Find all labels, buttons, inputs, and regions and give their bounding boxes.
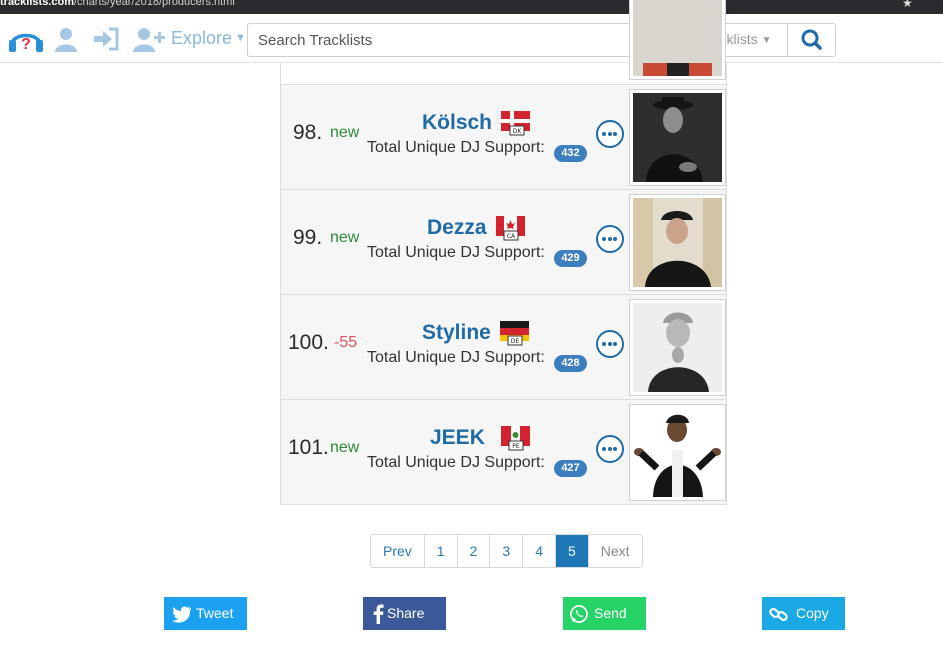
rank-change: new <box>330 229 360 246</box>
send-label: Send <box>594 605 627 621</box>
svg-text:?: ? <box>21 36 31 53</box>
dj-support-count-badge: 427 <box>554 460 587 477</box>
whatsapp-send-button[interactable]: Send <box>563 597 646 630</box>
rank-change: new <box>330 124 360 141</box>
dj-support-count-badge: 429 <box>554 250 587 267</box>
pagination: Prev 1 2 3 4 5 Next <box>370 534 643 568</box>
share-label: Share <box>387 605 425 621</box>
artist-name-link[interactable]: JEEK <box>430 426 485 450</box>
login-icon[interactable] <box>92 26 120 52</box>
pagination-page[interactable]: 4 <box>522 535 555 567</box>
search-bar: Tracklists▼ <box>247 23 836 57</box>
artist-photo[interactable] <box>629 299 726 396</box>
add-user-icon[interactable] <box>132 26 166 52</box>
search-input[interactable] <box>248 24 693 56</box>
caret-down-icon: ▼ <box>235 32 246 44</box>
flag-code-label: CA <box>507 233 516 240</box>
chart-row-partial <box>281 0 726 84</box>
more-options-icon[interactable] <box>596 225 624 253</box>
chart-row: 98. new Kölsch DK Total Unique DJ Suppor… <box>281 84 726 189</box>
pagination-page[interactable]: 3 <box>489 535 522 567</box>
whatsapp-icon <box>570 605 588 623</box>
flag-code-label: DK <box>513 128 523 135</box>
rank-change: new <box>330 439 360 456</box>
pagination-next[interactable]: Next <box>587 535 642 567</box>
artist-name-link[interactable]: Styline <box>422 321 491 345</box>
link-chain-icon <box>769 607 788 622</box>
twitter-bird-icon <box>172 606 191 623</box>
more-options-icon[interactable] <box>596 330 624 358</box>
copy-link-button[interactable]: Copy <box>762 597 845 630</box>
rank-number: 101. <box>288 436 329 459</box>
browser-url-bar[interactable]: tracklists.com/charts/year/2018/producer… <box>0 0 943 14</box>
artist-photo[interactable] <box>629 404 726 501</box>
copy-label: Copy <box>796 605 829 621</box>
germany-flag-icon: DE <box>500 321 529 346</box>
explore-menu[interactable]: Explore ▼ <box>171 28 246 49</box>
rank-number: 100. <box>288 331 329 354</box>
dj-support-label: Total Unique DJ Support: <box>367 349 545 366</box>
facebook-f-icon <box>373 604 384 624</box>
chart-row: 101. new JEEK PE Total Unique DJ Support… <box>281 399 726 504</box>
dj-support-label: Total Unique DJ Support: <box>367 244 545 261</box>
chart-row: 100. -55 Styline DE Total Unique DJ Supp… <box>281 294 726 399</box>
site-logo-headphones-icon[interactable]: ? <box>7 24 45 54</box>
tweet-label: Tweet <box>196 605 234 621</box>
rank-change: -55 <box>334 334 358 351</box>
pagination-prev[interactable]: Prev <box>371 535 424 567</box>
peru-flag-icon: PE <box>501 426 530 451</box>
dj-support-label: Total Unique DJ Support: <box>367 454 545 471</box>
more-options-icon[interactable] <box>596 435 624 463</box>
artist-name-link[interactable]: Kölsch <box>422 111 492 135</box>
pagination-page-active[interactable]: 5 <box>554 535 588 567</box>
more-options-icon[interactable] <box>596 120 624 148</box>
canada-flag-icon: CA <box>496 216 525 241</box>
dj-support-label: Total Unique DJ Support: <box>367 139 545 156</box>
dj-support-count-badge: 432 <box>554 145 587 162</box>
facebook-share-button[interactable]: Share <box>363 597 446 630</box>
chart-row: 99. new Dezza CA Total Unique DJ Support… <box>281 189 726 294</box>
tweet-button[interactable]: Tweet <box>164 597 247 630</box>
rank-number: 99. <box>293 226 323 249</box>
pagination-page[interactable]: 1 <box>423 535 457 567</box>
flag-code-label: PE <box>512 443 520 450</box>
pagination-page[interactable]: 2 <box>456 535 490 567</box>
user-profile-icon[interactable] <box>53 26 79 52</box>
denmark-flag-icon: DK <box>501 111 530 136</box>
producer-chart-list: 98. new Kölsch DK Total Unique DJ Suppor… <box>280 0 727 505</box>
caret-down-icon: ▼ <box>761 35 772 46</box>
artist-photo[interactable] <box>629 89 726 186</box>
search-icon <box>801 29 822 50</box>
dj-support-count-badge: 428 <box>554 355 587 372</box>
top-navigation: ? Explore▼ Tracklists▼ <box>0 14 943 63</box>
artist-photo[interactable] <box>629 194 726 291</box>
bookmark-star-icon[interactable]: ★ <box>902 0 913 10</box>
search-button[interactable] <box>787 23 836 57</box>
artist-photo-partial[interactable] <box>629 0 726 80</box>
flag-code-label: DE <box>511 338 520 345</box>
artist-name-link[interactable]: Dezza <box>427 216 487 240</box>
url-text[interactable]: tracklists.com/charts/year/2018/producer… <box>0 0 235 8</box>
rank-number: 98. <box>293 121 323 144</box>
